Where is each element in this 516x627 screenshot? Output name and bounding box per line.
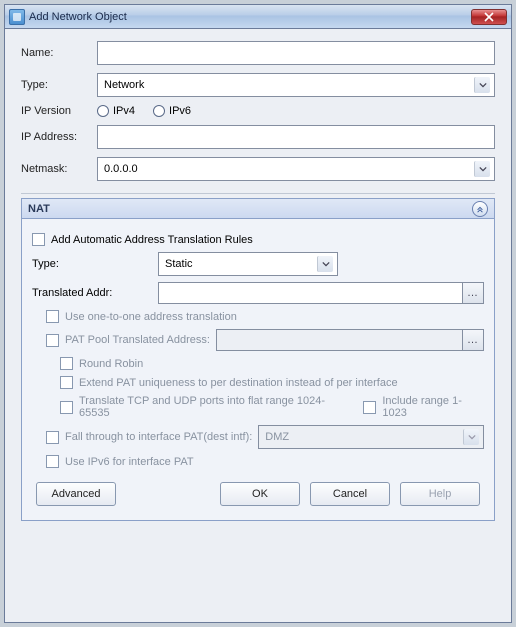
netmask-value: 0.0.0.0 [104, 163, 138, 175]
pat-pool-input [216, 329, 462, 351]
type-select-value: Network [104, 79, 144, 91]
pat-pool-checkbox[interactable] [46, 334, 59, 347]
round-robin-label: Round Robin [79, 358, 143, 370]
ipv4-radio[interactable]: IPv4 [97, 105, 135, 117]
collapse-icon [472, 201, 488, 217]
ellipsis-icon: … [467, 334, 479, 346]
one-to-one-checkbox[interactable] [46, 310, 59, 323]
auto-rules-checkbox[interactable] [32, 233, 45, 246]
pat-pool-label: PAT Pool Translated Address: [65, 334, 210, 346]
separator [21, 193, 495, 194]
chevron-down-icon [463, 429, 479, 445]
extend-pat-label: Extend PAT uniqueness to per destination… [79, 377, 398, 389]
titlebar[interactable]: Add Network Object [5, 5, 511, 29]
nat-body: Add Automatic Address Translation Rules … [22, 219, 494, 520]
dialog-window: Add Network Object Name: Type: Network I… [4, 4, 512, 623]
close-icon [484, 12, 494, 22]
ipv4-radio-label: IPv4 [113, 105, 135, 117]
help-button: Help [400, 482, 480, 506]
include-1023-checkbox [363, 401, 376, 414]
extend-pat-checkbox [60, 376, 73, 389]
radio-icon [153, 105, 165, 117]
auto-rules-label: Add Automatic Address Translation Rules [51, 234, 253, 246]
use-ipv6-pat-checkbox [46, 455, 59, 468]
chevron-down-icon [317, 256, 333, 272]
nat-type-value: Static [165, 258, 193, 270]
dialog-body: Name: Type: Network IP Version IPv4 [5, 29, 511, 533]
ipaddress-input[interactable] [97, 125, 495, 149]
fall-through-checkbox[interactable] [46, 431, 59, 444]
ellipsis-icon: … [467, 287, 479, 299]
app-icon [9, 9, 25, 25]
chevron-down-icon [474, 77, 490, 93]
use-ipv6-pat-label: Use IPv6 for interface PAT [65, 456, 194, 468]
translated-addr-browse-button[interactable]: … [462, 282, 484, 304]
flat-range-label: Translate TCP and UDP ports into flat ra… [79, 395, 349, 419]
interface-select: DMZ [258, 425, 484, 449]
advanced-button[interactable]: Advanced [36, 482, 116, 506]
ipv6-radio-label: IPv6 [169, 105, 191, 117]
translated-addr-input[interactable] [158, 282, 462, 304]
round-robin-checkbox [60, 357, 73, 370]
netmask-label: Netmask: [21, 163, 97, 175]
ipversion-label: IP Version [21, 105, 97, 117]
nat-header-label: NAT [28, 203, 50, 215]
close-button[interactable] [471, 9, 507, 25]
ok-button[interactable]: OK [220, 482, 300, 506]
include-1023-label: Include range 1-1023 [382, 395, 484, 419]
nat-type-label: Type: [32, 258, 152, 270]
fall-through-label: Fall through to interface PAT(dest intf)… [65, 431, 252, 443]
one-to-one-label: Use one-to-one address translation [65, 311, 237, 323]
name-label: Name: [21, 47, 97, 59]
nat-type-select[interactable]: Static [158, 252, 338, 276]
flat-range-checkbox [60, 401, 73, 414]
name-input[interactable] [97, 41, 495, 65]
type-select[interactable]: Network [97, 73, 495, 97]
pat-pool-browse-button: … [462, 329, 484, 351]
type-label: Type: [21, 79, 97, 91]
netmask-select[interactable]: 0.0.0.0 [97, 157, 495, 181]
chevron-down-icon [474, 161, 490, 177]
nat-header[interactable]: NAT [22, 199, 494, 219]
ipaddress-label: IP Address: [21, 131, 97, 143]
window-title: Add Network Object [29, 11, 471, 23]
interface-value: DMZ [265, 431, 289, 443]
nat-section: NAT Add Automatic Address Translation Ru… [21, 198, 495, 521]
ipv6-radio[interactable]: IPv6 [153, 105, 191, 117]
translated-addr-label: Translated Addr: [32, 287, 152, 299]
cancel-button[interactable]: Cancel [310, 482, 390, 506]
radio-icon [97, 105, 109, 117]
